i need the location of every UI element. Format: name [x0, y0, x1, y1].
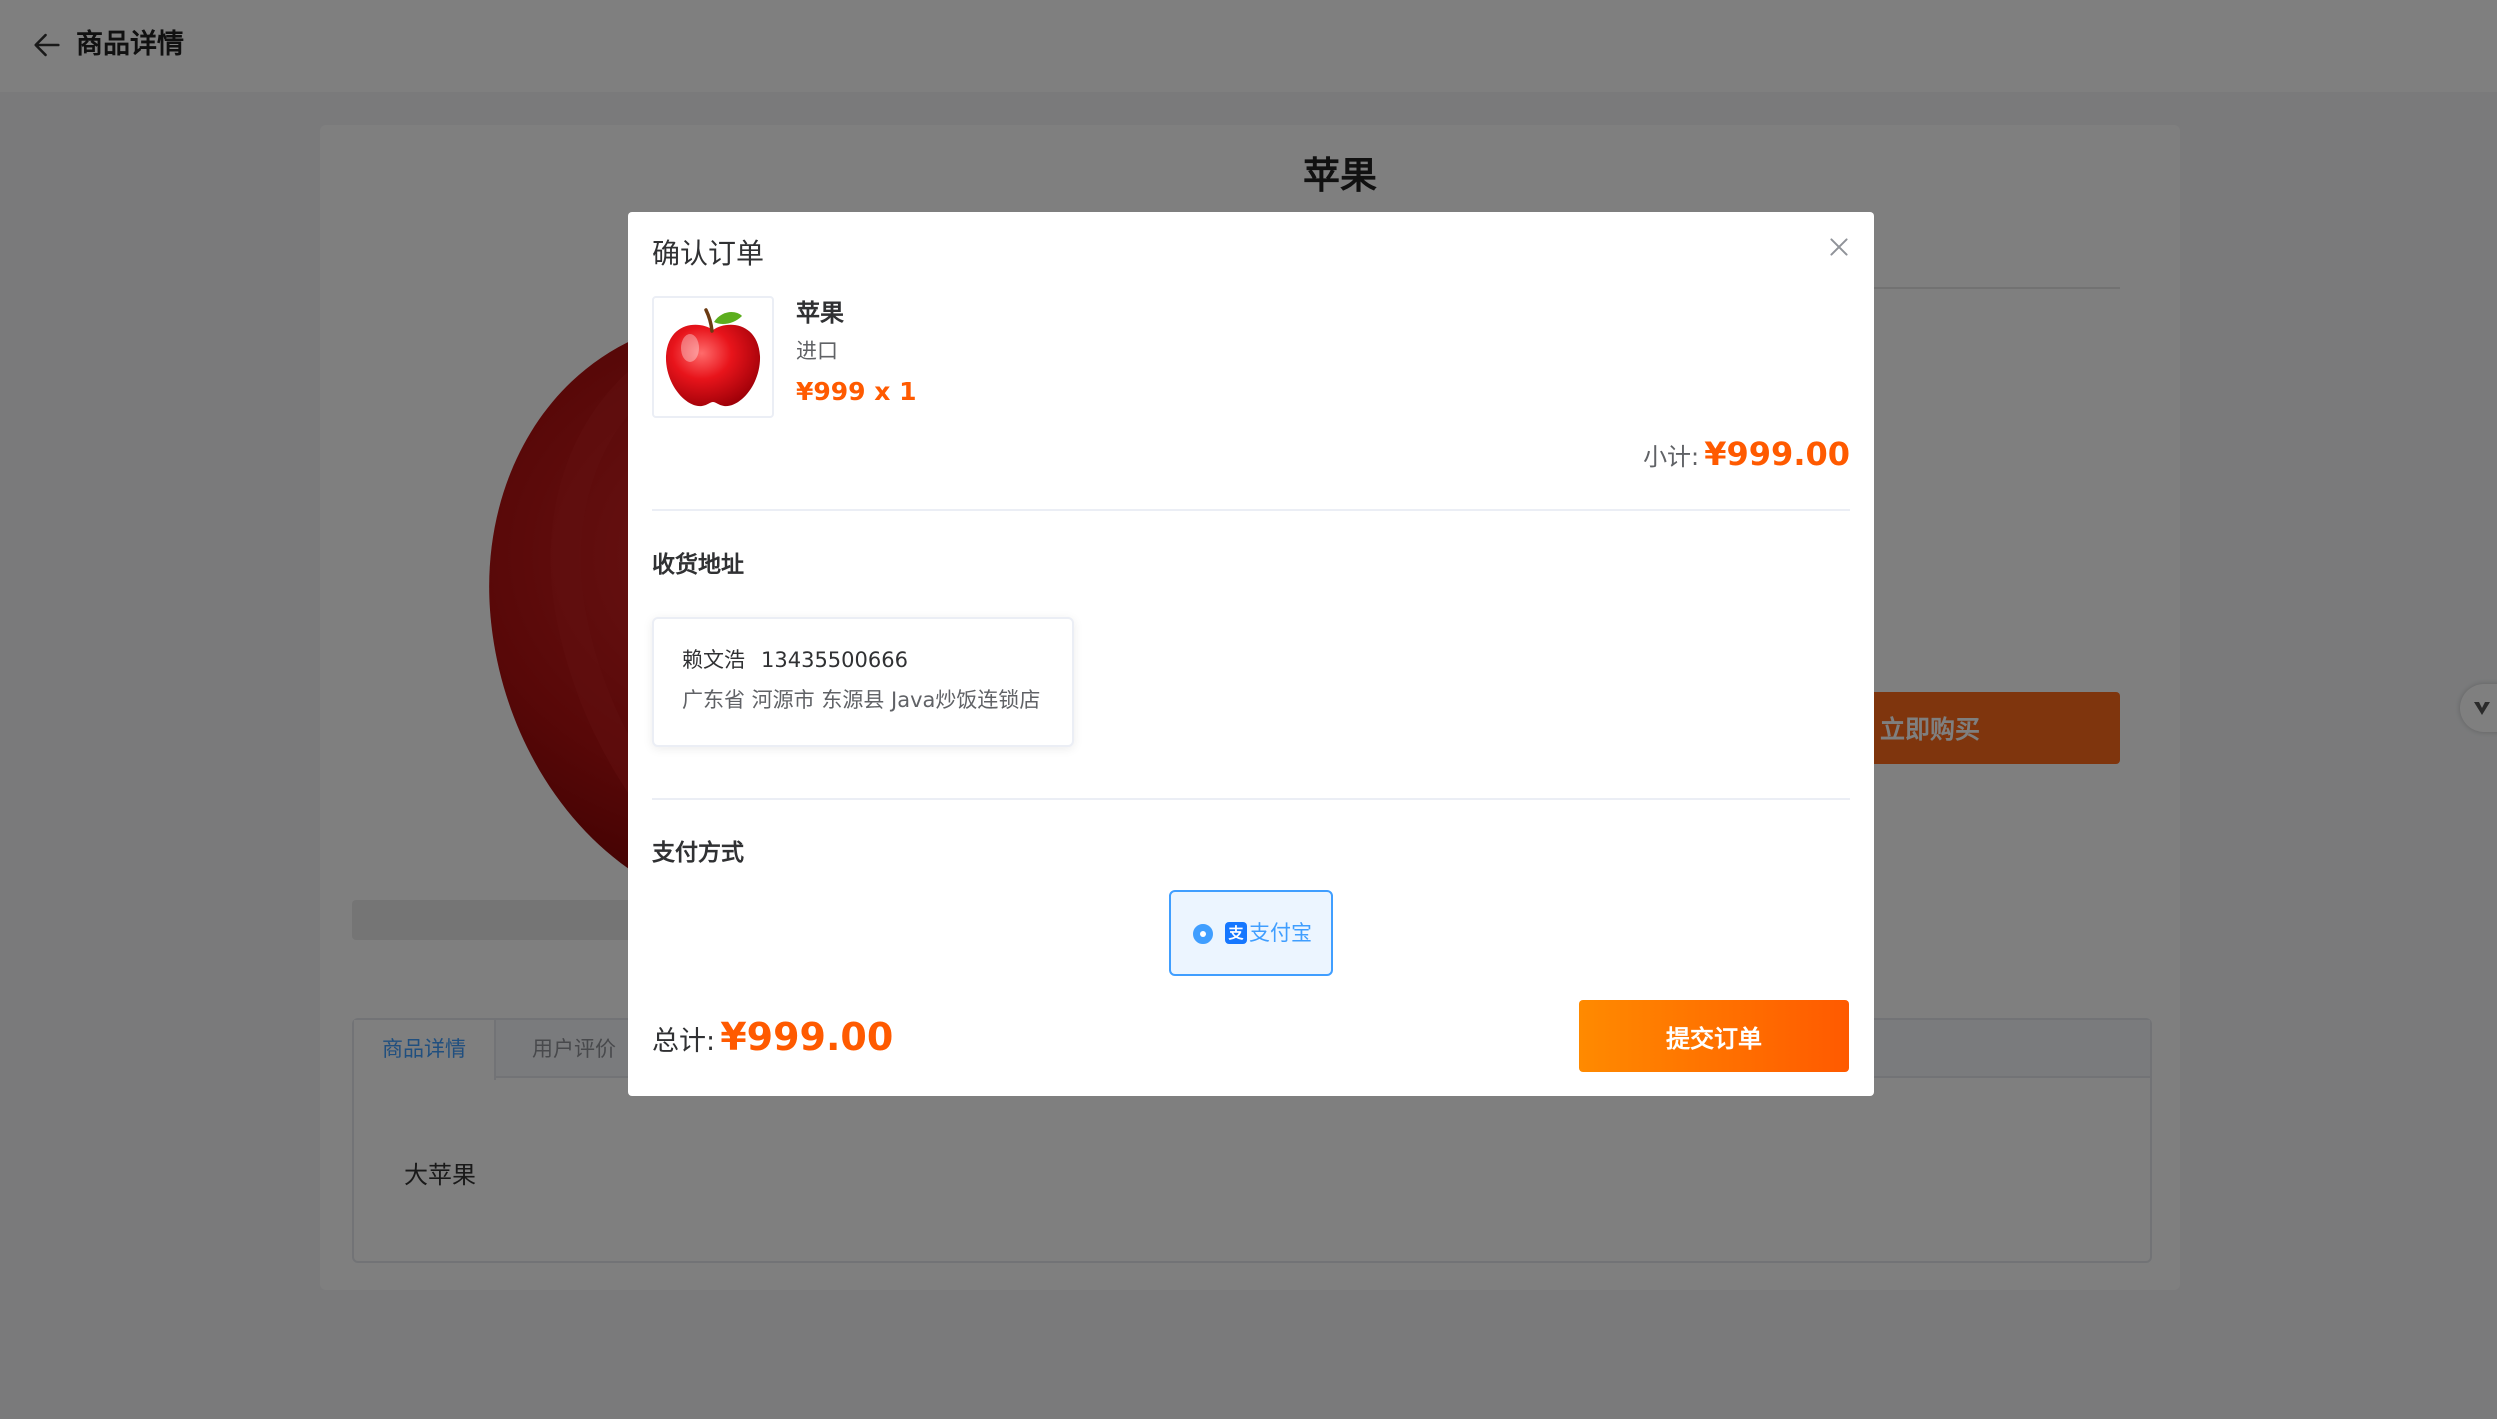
recipient-name: 赖文浩 — [682, 648, 745, 672]
total-label: 总计: — [652, 1026, 716, 1057]
subtotal: 小计: ¥999.00 — [1643, 432, 1850, 482]
order-total: 总计: ¥999.00 — [652, 1012, 893, 1070]
item-spec: 进口 — [796, 339, 838, 363]
item-thumbnail — [652, 296, 774, 418]
item-price-quantity: ¥999 x 1 — [796, 377, 917, 406]
divider — [652, 798, 1850, 800]
address-card[interactable]: 赖文浩 13435500666 广东省 河源市 东源县 Java炒饭连锁店 — [652, 617, 1074, 747]
dialog-title: 确认订单 — [652, 237, 765, 270]
subtotal-value: ¥999.00 — [1704, 435, 1850, 473]
submit-order-button[interactable]: 提交订单 — [1579, 1000, 1849, 1072]
radio-selected-icon[interactable] — [1193, 924, 1213, 944]
apple-image — [665, 308, 761, 407]
alipay-icon: 支 — [1225, 922, 1247, 944]
address-detail: 广东省 河源市 东源县 Java炒饭连锁店 — [682, 688, 1041, 712]
payment-option-alipay[interactable]: 支 支付宝 — [1169, 890, 1333, 976]
payment-section-title: 支付方式 — [652, 840, 744, 866]
item-name: 苹果 — [796, 299, 844, 327]
total-value: ¥999.00 — [720, 1015, 894, 1059]
address-contact: 赖文浩 13435500666 — [682, 645, 908, 675]
close-icon[interactable] — [1826, 234, 1852, 260]
confirm-order-dialog: 确认订单 苹果 进口 ¥999 x 1 小计: ¥999.00 收货地址 赖文浩… — [628, 212, 1874, 1096]
recipient-phone: 13435500666 — [761, 648, 908, 672]
address-section-title: 收货地址 — [652, 552, 744, 578]
payment-option-label: 支付宝 — [1249, 921, 1312, 945]
subtotal-label: 小计: — [1643, 443, 1700, 471]
divider — [652, 509, 1850, 511]
